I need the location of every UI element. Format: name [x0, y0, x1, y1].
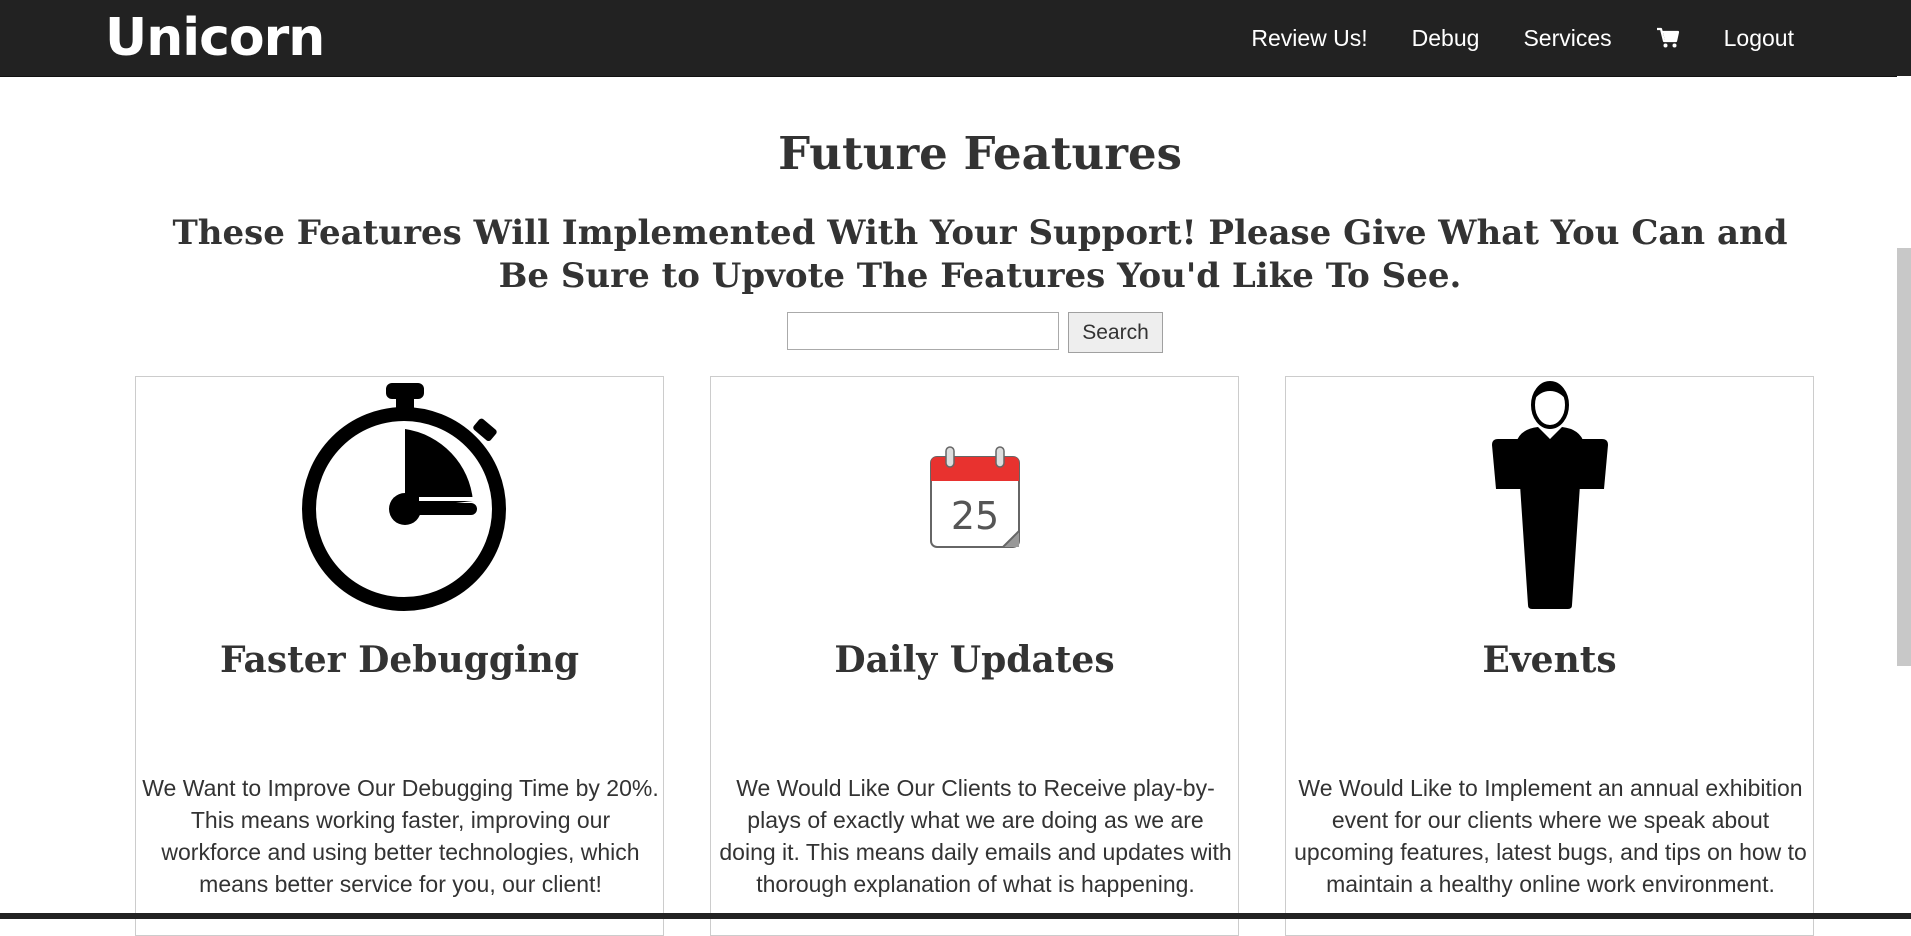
shopping-cart-icon [1656, 27, 1680, 49]
calendar-day: 25 [950, 494, 998, 538]
calendar-icon: 25 [929, 446, 1020, 548]
top-navbar: Unicorn Review Us! Debug Services Logout [0, 0, 1911, 77]
scrollbar-thumb[interactable] [1897, 248, 1911, 666]
nav-debug[interactable]: Debug [1390, 0, 1502, 76]
nav-services[interactable]: Services [1501, 0, 1633, 76]
site-logo[interactable]: Unicorn [105, 6, 325, 70]
feature-card-faster-debugging: Faster Debugging We Want to Improve Our … [135, 376, 664, 936]
feature-card-daily-updates: 25 Daily Updates We Would Like Our Clien… [710, 376, 1239, 936]
page-subtitle: These Features Will Implemented With You… [172, 213, 1788, 296]
main-nav: Review Us! Debug Services Logout [1229, 0, 1816, 76]
speaker-podium-icon [1491, 381, 1608, 609]
page-title: Future Features [778, 127, 1182, 180]
feature-title: Faster Debugging [219, 639, 580, 681]
feature-title: Events [1482, 639, 1617, 681]
nav-cart[interactable] [1634, 0, 1702, 76]
nav-logout[interactable]: Logout [1702, 0, 1816, 76]
feature-description: We Want to Improve Our Debugging Time by… [142, 775, 659, 897]
feature-title: Daily Updates [834, 639, 1115, 681]
search-input[interactable] [787, 312, 1059, 350]
feature-description: We Would Like Our Clients to Receive pla… [719, 775, 1232, 897]
feature-description: We Would Like to Implement an annual exh… [1294, 775, 1807, 897]
stopwatch-icon [301, 383, 506, 611]
search-button[interactable]: Search [1068, 312, 1163, 353]
feature-card-events: Events We Would Like to Implement an ann… [1285, 376, 1814, 936]
bottom-bar [0, 913, 1911, 919]
nav-review-us[interactable]: Review Us! [1229, 0, 1389, 76]
